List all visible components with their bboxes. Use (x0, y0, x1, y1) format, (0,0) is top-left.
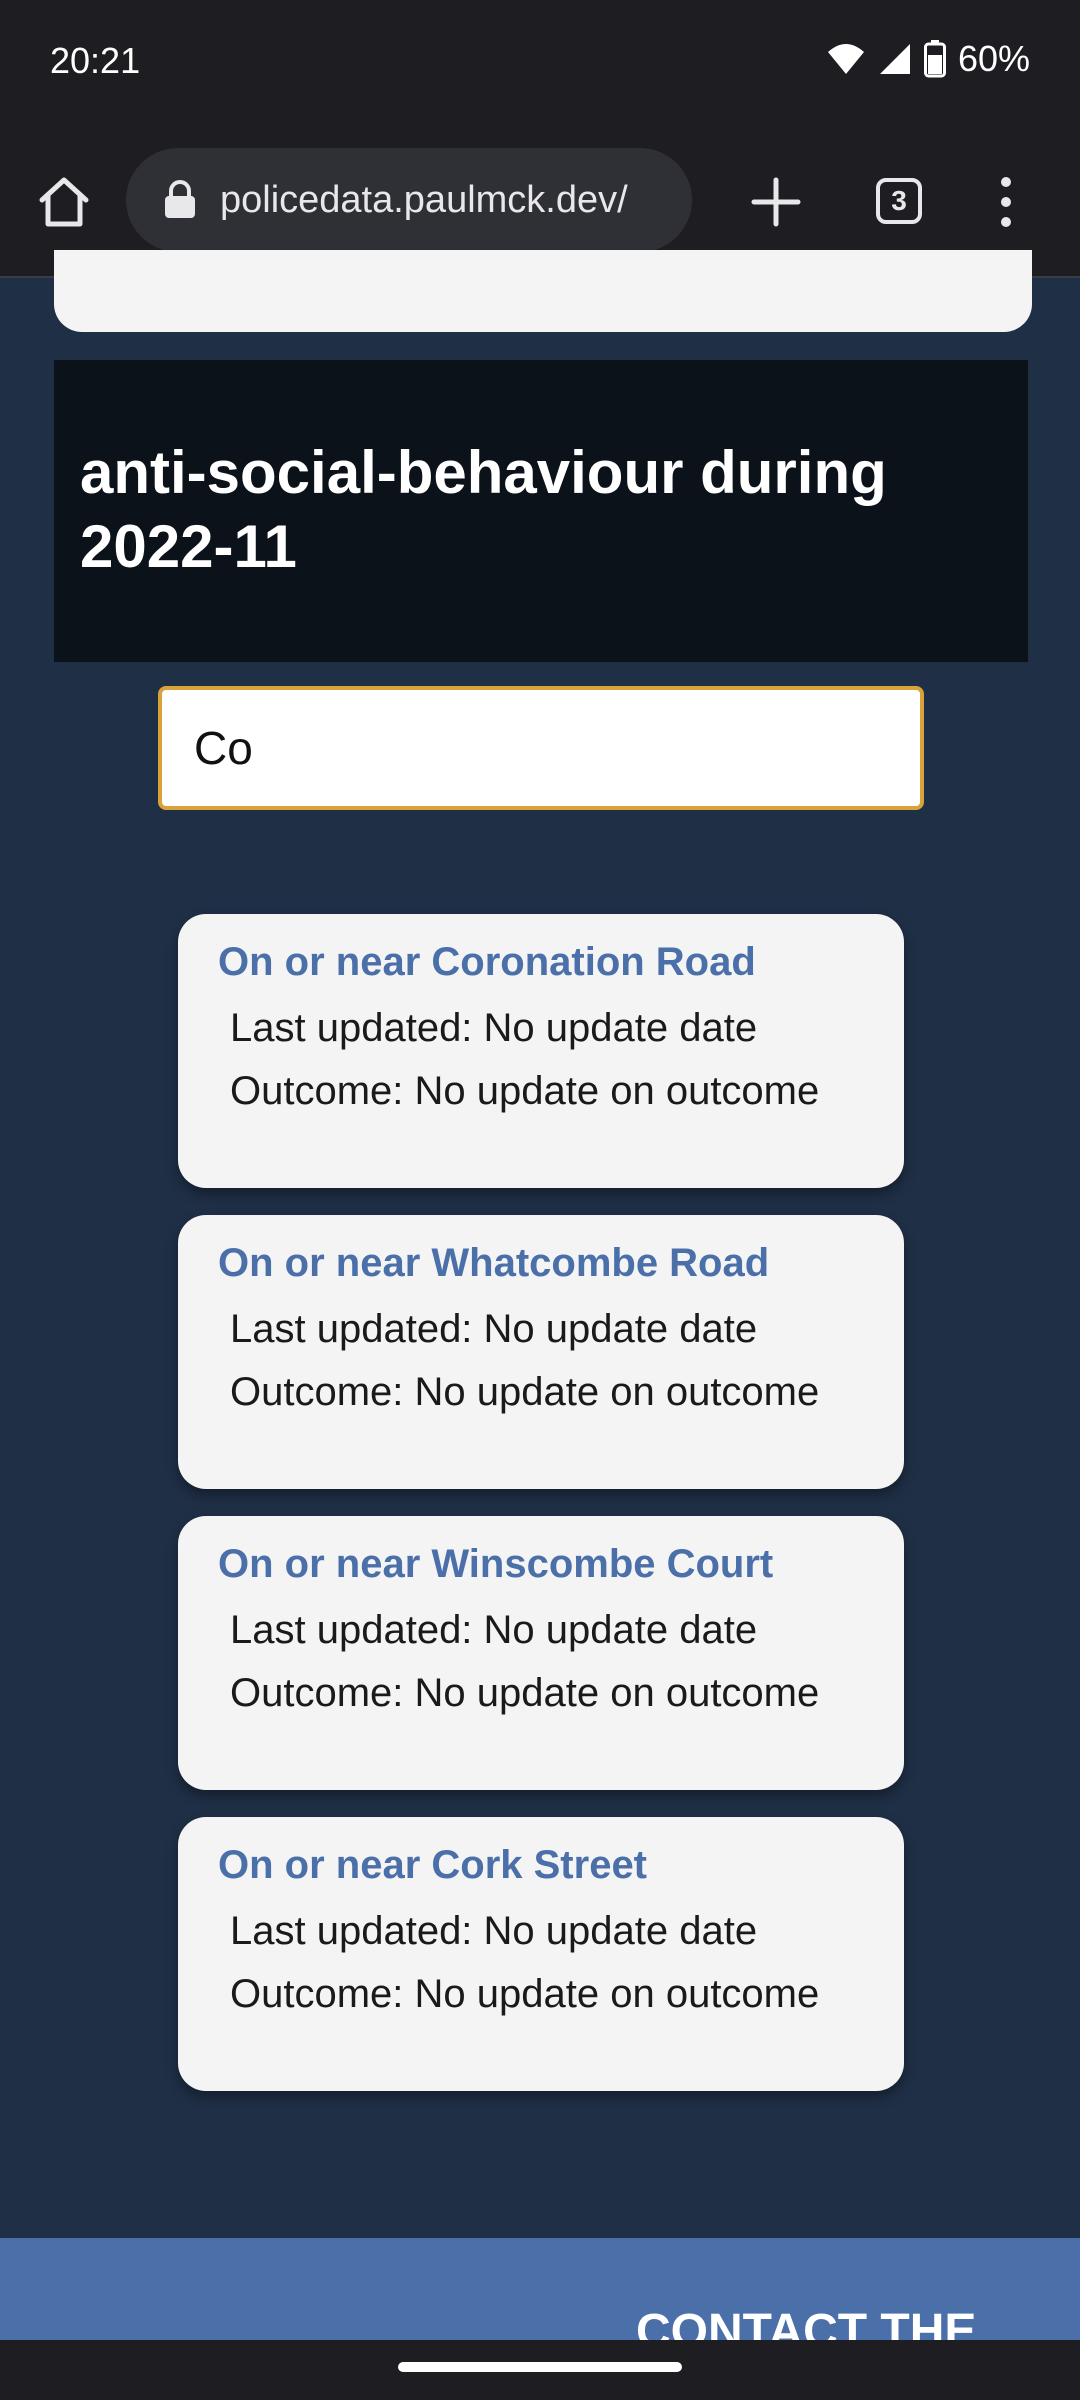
section-heading-box: anti-social-behaviour during 2022-11 (54, 360, 1028, 662)
result-last-updated: Last updated: No update date (230, 1909, 758, 1953)
home-icon[interactable] (34, 172, 94, 232)
address-bar[interactable]: policedata.paulmck.dev/ (126, 148, 692, 252)
status-icons: 60% (826, 38, 1030, 80)
tabs-icon[interactable]: 3 (876, 178, 922, 224)
result-outcome: Outcome: No update on outcome (230, 1671, 820, 1715)
status-time: 20:21 (50, 40, 141, 81)
plus-icon[interactable] (748, 174, 804, 230)
battery-icon (923, 40, 946, 78)
tab-count: 3 (891, 185, 907, 216)
result-outcome: Outcome: No update on outcome (230, 1370, 820, 1414)
result-card[interactable]: On or near Cork Street Last updated: No … (178, 1817, 904, 2091)
result-title[interactable]: On or near Whatcombe Road (218, 1241, 769, 1286)
result-card[interactable]: On or near Winscombe Court Last updated:… (178, 1516, 904, 1790)
more-vert-icon[interactable] (990, 172, 1022, 232)
previous-card (54, 250, 1032, 332)
result-title[interactable]: On or near Coronation Road (218, 940, 756, 985)
system-nav-bar (0, 2340, 1080, 2400)
result-last-updated: Last updated: No update date (230, 1608, 758, 1652)
gesture-handle[interactable] (398, 2362, 682, 2372)
result-title[interactable]: On or near Cork Street (218, 1843, 647, 1888)
result-card[interactable]: On or near Whatcombe Road Last updated: … (178, 1215, 904, 1489)
footer-title: CONTACT THE (636, 2305, 977, 2340)
signal-icon (879, 44, 910, 74)
footer: CONTACT THE (0, 2238, 1080, 2340)
result-outcome: Outcome: No update on outcome (230, 1972, 820, 2016)
status-bar: 20:21 60% (0, 0, 1080, 128)
result-outcome: Outcome: No update on outcome (230, 1069, 820, 1113)
search-input[interactable] (192, 720, 920, 776)
url-text: policedata.paulmck.dev/ (220, 178, 628, 221)
result-last-updated: Last updated: No update date (230, 1307, 758, 1351)
wifi-icon (827, 44, 864, 74)
battery-percent: 60% (957, 38, 1030, 79)
lock-icon (165, 180, 195, 218)
result-title[interactable]: On or near Winscombe Court (218, 1542, 773, 1587)
result-last-updated: Last updated: No update date (230, 1006, 758, 1050)
page-title: anti-social-behaviour during 2022-11 (80, 439, 887, 580)
search-box[interactable] (158, 686, 924, 810)
result-card[interactable]: On or near Coronation Road Last updated:… (178, 914, 904, 1188)
